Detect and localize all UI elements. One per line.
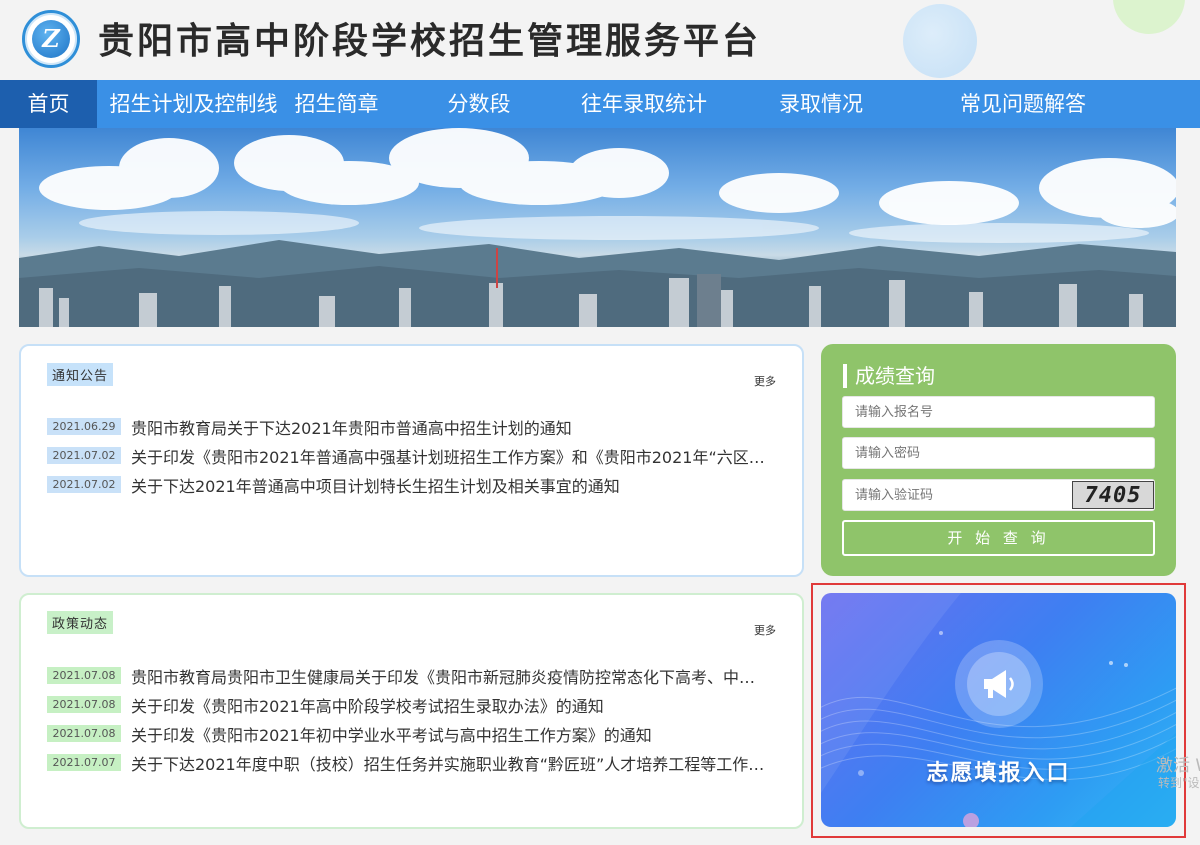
news-title-link[interactable]: 贵阳市教育局关于下达2021年贵阳市普通高中招生计划的通知 bbox=[131, 415, 782, 439]
os-activation-watermark-hint: 转到"设 bbox=[1158, 776, 1200, 790]
list-item[interactable]: 2021.07.02 关于印发《贵阳市2021年普通高中强基计划班招生工作方案》… bbox=[47, 441, 782, 470]
list-item[interactable]: 2021.07.08 贵阳市教育局贵阳市卫生健康局关于印发《贵阳市新冠肺炎疫情防… bbox=[47, 661, 782, 690]
news-title-link[interactable]: 关于印发《贵阳市2021年初中学业水平考试与高中招生工作方案》的通知 bbox=[131, 722, 782, 746]
news-date: 2021.07.02 bbox=[47, 476, 121, 493]
volunteer-entry-label: 志愿填报入口 bbox=[926, 761, 1071, 786]
notice-list: 2021.06.29 贵阳市教育局关于下达2021年贵阳市普通高中招生计划的通知… bbox=[47, 412, 782, 499]
news-title-link[interactable]: 关于下达2021年度中职（技校）招生任务并实施职业教育“黔匠班”人才培养工程等工… bbox=[131, 751, 782, 775]
news-date: 2021.07.08 bbox=[47, 725, 121, 742]
password-input[interactable] bbox=[842, 437, 1155, 469]
nav-item-brochure[interactable]: 招生简章 bbox=[290, 80, 383, 128]
list-item[interactable]: 2021.06.29 贵阳市教育局关于下达2021年贵阳市普通高中招生计划的通知 bbox=[47, 412, 782, 441]
nav-item-admission-status[interactable]: 录取情况 bbox=[713, 80, 929, 128]
policy-panel-title: 政策动态 bbox=[47, 611, 114, 634]
megaphone-icon bbox=[955, 640, 1043, 728]
news-date: 2021.07.08 bbox=[47, 696, 121, 713]
site-header: Z 贵阳市高中阶段学校招生管理服务平台 bbox=[0, 0, 1200, 80]
news-title-link[interactable]: 贵阳市教育局贵阳市卫生健康局关于印发《贵阳市新冠肺炎疫情防控常态化下高考、中… bbox=[131, 664, 782, 688]
registration-number-input[interactable] bbox=[842, 396, 1155, 428]
list-item[interactable]: 2021.07.07 关于下达2021年度中职（技校）招生任务并实施职业教育“黔… bbox=[47, 748, 782, 777]
captcha-image[interactable]: 7405 bbox=[1072, 481, 1154, 509]
score-query-panel: 成绩查询 7405 开 始 查 询 bbox=[821, 344, 1176, 576]
volunteer-application-entry[interactable]: 志愿填报入口 bbox=[821, 593, 1176, 827]
nav-item-home[interactable]: 首页 bbox=[0, 80, 97, 128]
notice-panel-title: 通知公告 bbox=[47, 363, 114, 386]
nav-item-enrollment-plan[interactable]: 招生计划及控制线 bbox=[97, 80, 290, 128]
notice-more-link[interactable]: 更多 bbox=[754, 373, 776, 389]
news-date: 2021.07.02 bbox=[47, 447, 121, 464]
news-date: 2021.07.07 bbox=[47, 754, 121, 771]
decor-bubble bbox=[1113, 0, 1185, 34]
decor-bubble bbox=[903, 4, 977, 78]
news-title-link[interactable]: 关于印发《贵阳市2021年普通高中强基计划班招生工作方案》和《贵阳市2021年“… bbox=[131, 444, 782, 468]
nav-item-faq[interactable]: 常见问题解答 bbox=[929, 80, 1117, 128]
news-title-link[interactable]: 关于下达2021年普通高中项目计划特长生招生计划及相关事宜的通知 bbox=[131, 473, 782, 497]
city-banner-image bbox=[19, 128, 1176, 327]
notice-panel: 通知公告 更多 2021.06.29 贵阳市教育局关于下达2021年贵阳市普通高… bbox=[19, 344, 804, 577]
nav-item-score-bands[interactable]: 分数段 bbox=[383, 80, 575, 128]
nav-item-past-admission-stats[interactable]: 往年录取统计 bbox=[575, 80, 713, 128]
site-title: 贵阳市高中阶段学校招生管理服务平台 bbox=[98, 21, 762, 62]
main-nav: 首页 招生计划及控制线 招生简章 分数段 往年录取统计 录取情况 常见问题解答 bbox=[0, 80, 1200, 128]
policy-more-link[interactable]: 更多 bbox=[754, 622, 776, 638]
policy-panel: 政策动态 更多 2021.07.08 贵阳市教育局贵阳市卫生健康局关于印发《贵阳… bbox=[19, 593, 804, 829]
list-item[interactable]: 2021.07.02 关于下达2021年普通高中项目计划特长生招生计划及相关事宜… bbox=[47, 470, 782, 499]
news-date: 2021.07.08 bbox=[47, 667, 121, 684]
os-activation-watermark: 激活 W bbox=[1156, 756, 1200, 776]
news-title-link[interactable]: 关于印发《贵阳市2021年高中阶段学校考试招生录取办法》的通知 bbox=[131, 693, 782, 717]
start-query-button[interactable]: 开 始 查 询 bbox=[842, 520, 1155, 556]
score-query-title: 成绩查询 bbox=[843, 364, 935, 388]
school-logo-icon[interactable]: Z bbox=[22, 10, 80, 68]
list-item[interactable]: 2021.07.08 关于印发《贵阳市2021年初中学业水平考试与高中招生工作方… bbox=[47, 719, 782, 748]
list-item[interactable]: 2021.07.08 关于印发《贵阳市2021年高中阶段学校考试招生录取办法》的… bbox=[47, 690, 782, 719]
news-date: 2021.06.29 bbox=[47, 418, 121, 435]
policy-list: 2021.07.08 贵阳市教育局贵阳市卫生健康局关于印发《贵阳市新冠肺炎疫情防… bbox=[47, 661, 782, 777]
